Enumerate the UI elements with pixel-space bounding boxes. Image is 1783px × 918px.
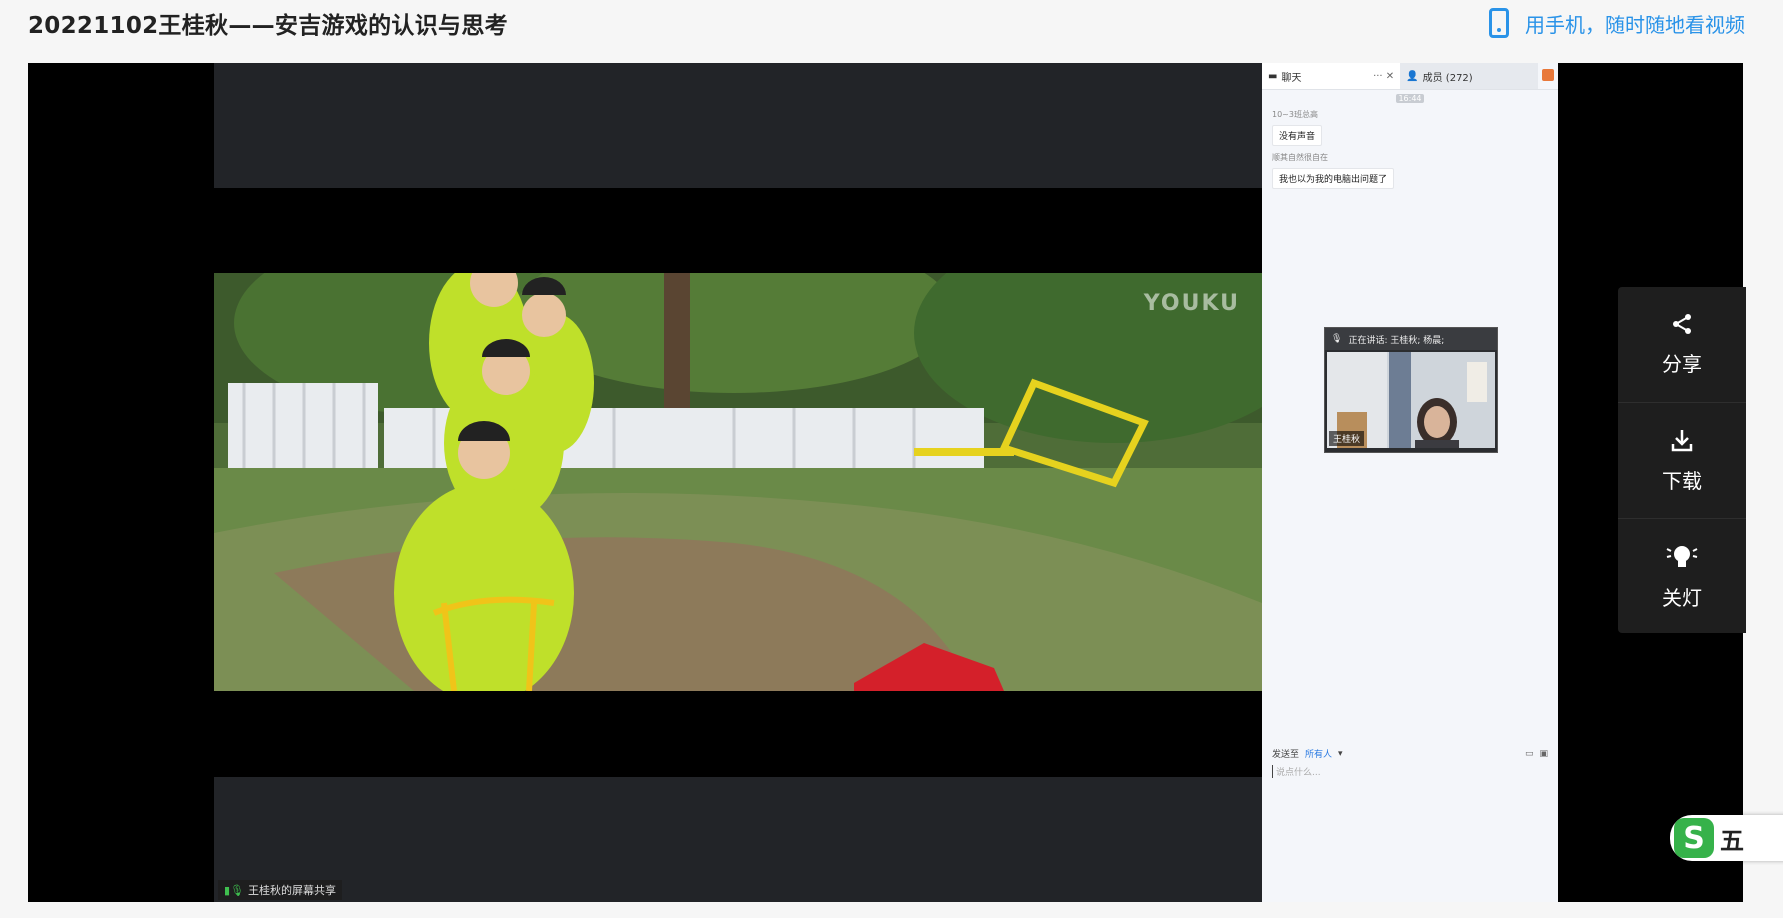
folder-icon[interactable]: ▭ (1525, 749, 1534, 759)
screen-share-label-text: 王桂秋的屏幕共享 (248, 884, 337, 897)
screen-share-top-band (214, 63, 1262, 188)
chat-message-text: 我也以为我的电脑出问题了 (1272, 168, 1395, 189)
monitor-mic-icon: ▮🎙 (224, 883, 245, 897)
send-to-selector[interactable]: 所有人 (1305, 747, 1332, 760)
chat-input[interactable]: 说点什么... (1272, 765, 1321, 778)
chat-panel: ▬ 聊天 ··· ✕ 👤 成员 (272) 16:44 10~3班总高 没有声音… (1262, 63, 1558, 902)
side-toolbar: 分享 下载 关灯 (1618, 287, 1746, 633)
video-scene-illustration (214, 273, 1262, 691)
chat-tabs: ▬ 聊天 ··· ✕ 👤 成员 (272) (1262, 63, 1558, 90)
chat-message-sender: 10~3班总高 (1272, 110, 1318, 119)
mic-icon: 🎙 (1331, 334, 1343, 344)
ime-indicator[interactable]: S 五 (1670, 815, 1783, 861)
video-player[interactable]: YOUKU ▮🎙 王桂秋的屏幕共享 ▬ 聊天 ··· ✕ 👤 成员 (272) … (28, 63, 1743, 902)
lights-off-button[interactable]: 关灯 (1618, 519, 1746, 634)
ime-mode-label: 五 (1720, 826, 1744, 855)
watch-on-mobile-link[interactable]: 用手机，随时随地看视频 (1489, 8, 1745, 38)
lightbulb-icon (1665, 543, 1699, 574)
speaker-video: 王桂秋 (1327, 352, 1495, 448)
chat-message-sender: 顺其自然很自在 (1272, 153, 1328, 162)
screen-share-area: YOUKU ▮🎙 王桂秋的屏幕共享 (214, 63, 1262, 902)
chat-time-chip: 16:44 (1396, 94, 1424, 103)
sogou-logo-icon: S (1674, 818, 1714, 858)
tab-members-label: 成员 (272) (1422, 72, 1473, 84)
download-label: 下载 (1662, 468, 1702, 493)
lights-off-label: 关灯 (1662, 585, 1702, 610)
send-row: 发送至 所有人 ▾ ▭ ▣ (1272, 747, 1548, 761)
send-tools: ▭ ▣ (1525, 749, 1548, 759)
chat-message-text: 没有声音 (1272, 125, 1323, 146)
speaker-video-tile[interactable]: 🎙 正在讲话: 王桂秋; 杨晨; 王桂秋 (1324, 327, 1498, 453)
speaking-text: 正在讲话: 王桂秋; 杨晨; (1348, 335, 1445, 346)
chat-message: 顺其自然很自在 我也以为我的电脑出问题了 (1272, 152, 1548, 189)
pin-icon[interactable] (1542, 69, 1554, 81)
page-title: 20221102王桂秋——安吉游戏的认识与思考 (28, 13, 508, 39)
send-to-label: 发送至 (1272, 750, 1300, 760)
mobile-link-label: 用手机，随时随地看视频 (1525, 12, 1745, 37)
tab-chat-label: 聊天 (1281, 72, 1302, 84)
tab-chat[interactable]: ▬ 聊天 ··· ✕ (1262, 63, 1401, 89)
screen-share-label: ▮🎙 王桂秋的屏幕共享 (218, 880, 343, 900)
shared-video-frame: YOUKU (214, 273, 1262, 691)
speaker-name-tag: 王桂秋 (1329, 431, 1365, 446)
more-icon[interactable]: ··· ✕ (1373, 71, 1394, 82)
share-label: 分享 (1662, 351, 1702, 376)
share-icon (1671, 313, 1693, 340)
chat-message: 10~3班总高 没有声音 (1272, 109, 1548, 146)
tab-members[interactable]: 👤 成员 (272) (1400, 63, 1539, 89)
screen-share-bottom-band (214, 777, 1262, 902)
phone-icon (1489, 8, 1509, 38)
speaking-bar: 🎙 正在讲话: 王桂秋; 杨晨; (1325, 328, 1497, 350)
share-button[interactable]: 分享 (1618, 287, 1746, 403)
chevron-down-icon: ▾ (1338, 748, 1343, 759)
settings-icon[interactable]: ▣ (1539, 749, 1548, 759)
download-icon (1670, 428, 1694, 457)
chat-bubble-icon: ▬ (1268, 70, 1278, 82)
youku-watermark: YOUKU (1143, 291, 1240, 316)
download-button[interactable]: 下载 (1618, 403, 1746, 519)
person-icon: 👤 (1406, 70, 1419, 82)
